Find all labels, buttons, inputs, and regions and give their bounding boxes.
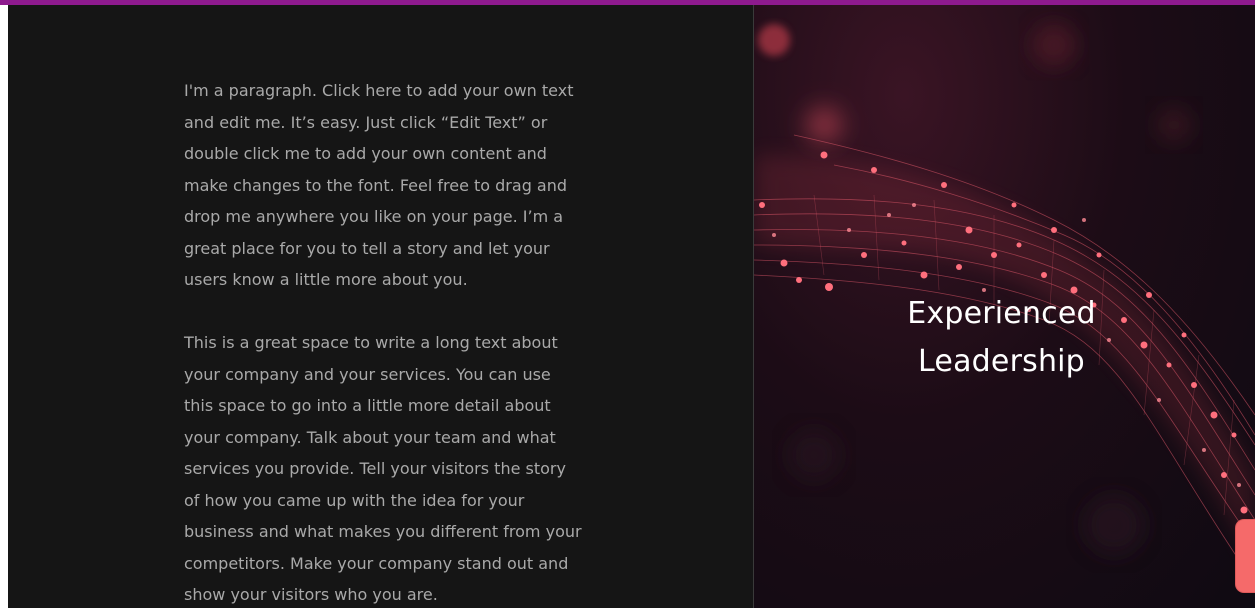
hero-image-section: Experienced Leadership: [754, 5, 1255, 608]
left-edge: [0, 5, 8, 608]
hero-heading-line-1: Experienced: [907, 296, 1096, 331]
paragraph-2: This is a great space to write a long te…: [184, 333, 582, 604]
hero-heading: Experienced Leadership: [874, 290, 1129, 386]
page: I'm a paragraph. Click here to add your …: [0, 0, 1255, 608]
chat-tab-icon[interactable]: [1236, 520, 1255, 592]
hero-heading-line-2: Leadership: [918, 344, 1085, 379]
paragraph-1: I'm a paragraph. Click here to add your …: [184, 81, 574, 289]
text-section: I'm a paragraph. Click here to add your …: [8, 5, 753, 608]
